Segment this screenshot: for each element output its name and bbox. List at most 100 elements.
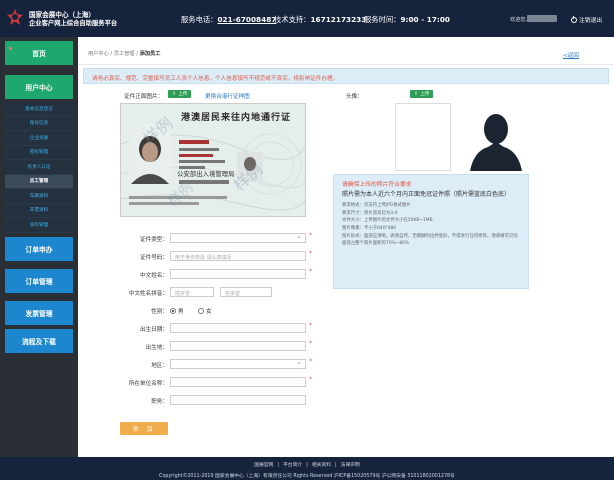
- sidebar-subitem[interactable]: 开票资料: [5, 204, 73, 218]
- upload-label: 上传: [420, 92, 430, 97]
- sidebar-subitem[interactable]: 基本信息登记: [5, 102, 73, 117]
- service-hours-value: 9:00 - 17:00: [400, 15, 450, 24]
- sidebar-download[interactable]: 流程及下载: [5, 328, 73, 353]
- sidebar-invoice-manage[interactable]: 发票管理: [5, 300, 73, 325]
- service-phone-value: 021-67008487: [217, 15, 277, 24]
- footer-link[interactable]: 相关资料: [312, 463, 331, 468]
- requirements-list: 要求格式：仅支持上传JPG格式图片 要求尺寸：照片宽高比为3:4 文件大小：上传图片…: [342, 203, 520, 248]
- portrait-upload-button[interactable]: ⇧ 上传: [410, 90, 434, 98]
- breadcrumb: 用户中心 / 员工管理 / 添加员工: [88, 50, 160, 57]
- required-star: *: [309, 268, 312, 275]
- sidebar-order-manage[interactable]: 订单管理: [5, 268, 73, 293]
- tech-support-info: 技术支持：16712173233: [274, 15, 366, 25]
- sidebar-subitem[interactable]: 账号信息: [5, 117, 73, 131]
- position-label: 职务：: [151, 399, 168, 405]
- service-hours-label: 服务时间：: [364, 15, 401, 24]
- id-photo-upload-button[interactable]: ⇧ 上传: [168, 90, 192, 98]
- gender-male-radio[interactable]: 男: [170, 307, 184, 315]
- sidebar-subitem[interactable]: 密码管理: [5, 146, 73, 160]
- requirement-item: 面部占整个照片面积的70%~80%: [342, 241, 410, 247]
- footer-link[interactable]: 平台简介: [283, 463, 302, 468]
- footer-link[interactable]: 法律声明: [341, 463, 360, 468]
- required-star: *: [309, 232, 312, 239]
- required-star: *: [309, 250, 312, 257]
- breadcrumb-parent[interactable]: 员工管理: [114, 51, 135, 57]
- brand-subtitle: 企业客户网上综合自助服务平台: [29, 20, 118, 27]
- upload-label: 上传: [178, 92, 188, 97]
- main-content: 用户中心 / 员工管理 / 添加员工 <返回 请务必真实、规范、完整填写员工人员…: [78, 37, 614, 457]
- breadcrumb-home[interactable]: 用户中心: [88, 51, 109, 57]
- org-label: 所在单位名称：: [128, 381, 168, 387]
- radio-icon: [170, 308, 176, 314]
- required-star: *: [309, 376, 312, 383]
- requirements-main: 照片需为本人近六个月内正面免冠证件照（照片需蓝底白色底）: [342, 191, 511, 198]
- cn-name-label: 中文姓名：: [140, 273, 168, 279]
- requirements-title: 请确保上传的照片符合要求: [342, 182, 412, 188]
- sidebar-order-apply[interactable]: 订单申办: [5, 236, 73, 261]
- requirement-item: 照片形式：面部应清晰，表情自然，无模糊的拉伸变形，不得进行任何修饰，须清晰可识别: [342, 233, 518, 239]
- logout-button[interactable]: 注销退出: [571, 15, 602, 24]
- service-hours-info: 服务时间：9:00 - 17:00: [364, 15, 450, 25]
- region-select[interactable]: [170, 358, 306, 369]
- requirement-item: 文件大小：上传图片的文件大小在50KB~1MB: [342, 218, 433, 224]
- divider: [78, 64, 614, 65]
- birth-date-label: 出生日期：: [140, 327, 168, 333]
- footer-separator: |: [277, 463, 279, 468]
- switch-sample-link[interactable]: 更换台港行证样图: [205, 92, 250, 100]
- id-card-sample-image: 港澳居民来往内地通行证 公安部出入境管理局 样例 样例 样例: [120, 103, 306, 217]
- sidebar-user-center[interactable]: 用户中心: [5, 75, 73, 99]
- power-icon: [571, 15, 577, 23]
- surname-pinyin-input[interactable]: 姓拼音: [170, 287, 214, 297]
- add-button[interactable]: 添 加: [120, 422, 168, 435]
- doc-type-select[interactable]: [170, 232, 306, 243]
- tech-support-label: 技术支持：: [274, 15, 311, 24]
- radio-icon: [198, 308, 204, 314]
- id-photo-label: 证件正面图片：: [124, 94, 164, 100]
- tech-support-value: 16712173233: [310, 15, 367, 24]
- upload-icon: ⇧: [414, 90, 419, 97]
- sidebar-home[interactable]: 首页: [5, 41, 73, 65]
- footer-separator: |: [335, 463, 337, 468]
- sidebar-subitem[interactable]: 负责人认证: [5, 160, 73, 175]
- requirement-item: 要求尺寸：照片宽高比为3:4: [342, 210, 398, 216]
- gender-female-radio[interactable]: 女: [198, 307, 212, 315]
- back-link[interactable]: <返回: [563, 51, 579, 59]
- id-card-title: 港澳居民来往内地通行证: [181, 113, 292, 123]
- footer-links: 国展官网 | 平台简介 | 相关资料 | 法律声明: [0, 461, 614, 468]
- birth-place-label: 出生地：: [145, 345, 168, 351]
- notice-banner: 请务必真实、规范、完整填写员工人员个人信息。个人信息填写不规范或不真实，将影响证…: [83, 68, 609, 84]
- doc-no-input[interactable]: 用于身份校验 请认真填写: [170, 251, 306, 261]
- position-input[interactable]: [170, 395, 306, 405]
- region-label: 地区：: [151, 363, 168, 369]
- logo-icon: [7, 9, 23, 25]
- footer-copyright: Copyright©2011-2019 国家会展中心（上海）有限责任公司 Rig…: [159, 474, 455, 479]
- gender-male-label: 男: [178, 309, 184, 315]
- birth-date-input[interactable]: [170, 323, 306, 333]
- sidebar-subitem[interactable]: 资料管理: [5, 218, 73, 233]
- gender-label: 性别：: [151, 309, 168, 315]
- given-name-pinyin-input[interactable]: 名拼音: [220, 287, 272, 297]
- sidebar-subitem[interactable]: 企业资质: [5, 131, 73, 146]
- logout-label: 注销退出: [579, 18, 603, 24]
- sidebar-subitem[interactable]: 车辆资料: [5, 189, 73, 204]
- top-header: 国家会展中心（上海） 企业客户网上综合自助服务平台 服务电话：021-67008…: [0, 0, 614, 37]
- required-star: *: [309, 340, 312, 347]
- doc-no-label: 证件号码：: [140, 255, 168, 261]
- portrait-preview-empty[interactable]: [395, 103, 451, 171]
- requirement-item: 图片像素：不小于640*480: [342, 225, 397, 231]
- footer-separator: |: [306, 463, 308, 468]
- user-center-submenu: 基本信息登记 账号信息 企业资质 密码管理 负责人认证 员工管理 车辆资料 开票资料 资料管理: [5, 102, 73, 233]
- service-phone-info: 服务电话：021-67008487: [181, 15, 276, 25]
- person-silhouette-icon: [464, 103, 528, 171]
- footer-link[interactable]: 国展官网: [254, 463, 273, 468]
- cn-name-input[interactable]: [170, 269, 306, 279]
- doc-type-label: 证件类型：: [140, 237, 168, 243]
- required-star: *: [309, 322, 312, 329]
- pinyin-name-label: 中文姓名拼音：: [128, 291, 168, 297]
- org-input[interactable]: [170, 377, 306, 387]
- birth-place-input[interactable]: [170, 341, 306, 351]
- required-star: *: [309, 358, 312, 365]
- photo-requirements-box: 请确保上传的照片符合要求 照片需为本人近六个月内正面免冠证件照（照片需蓝底白色底…: [333, 174, 529, 289]
- sidebar-subitem[interactable]: 员工管理: [5, 174, 73, 189]
- upload-icon: ⇧: [172, 90, 177, 97]
